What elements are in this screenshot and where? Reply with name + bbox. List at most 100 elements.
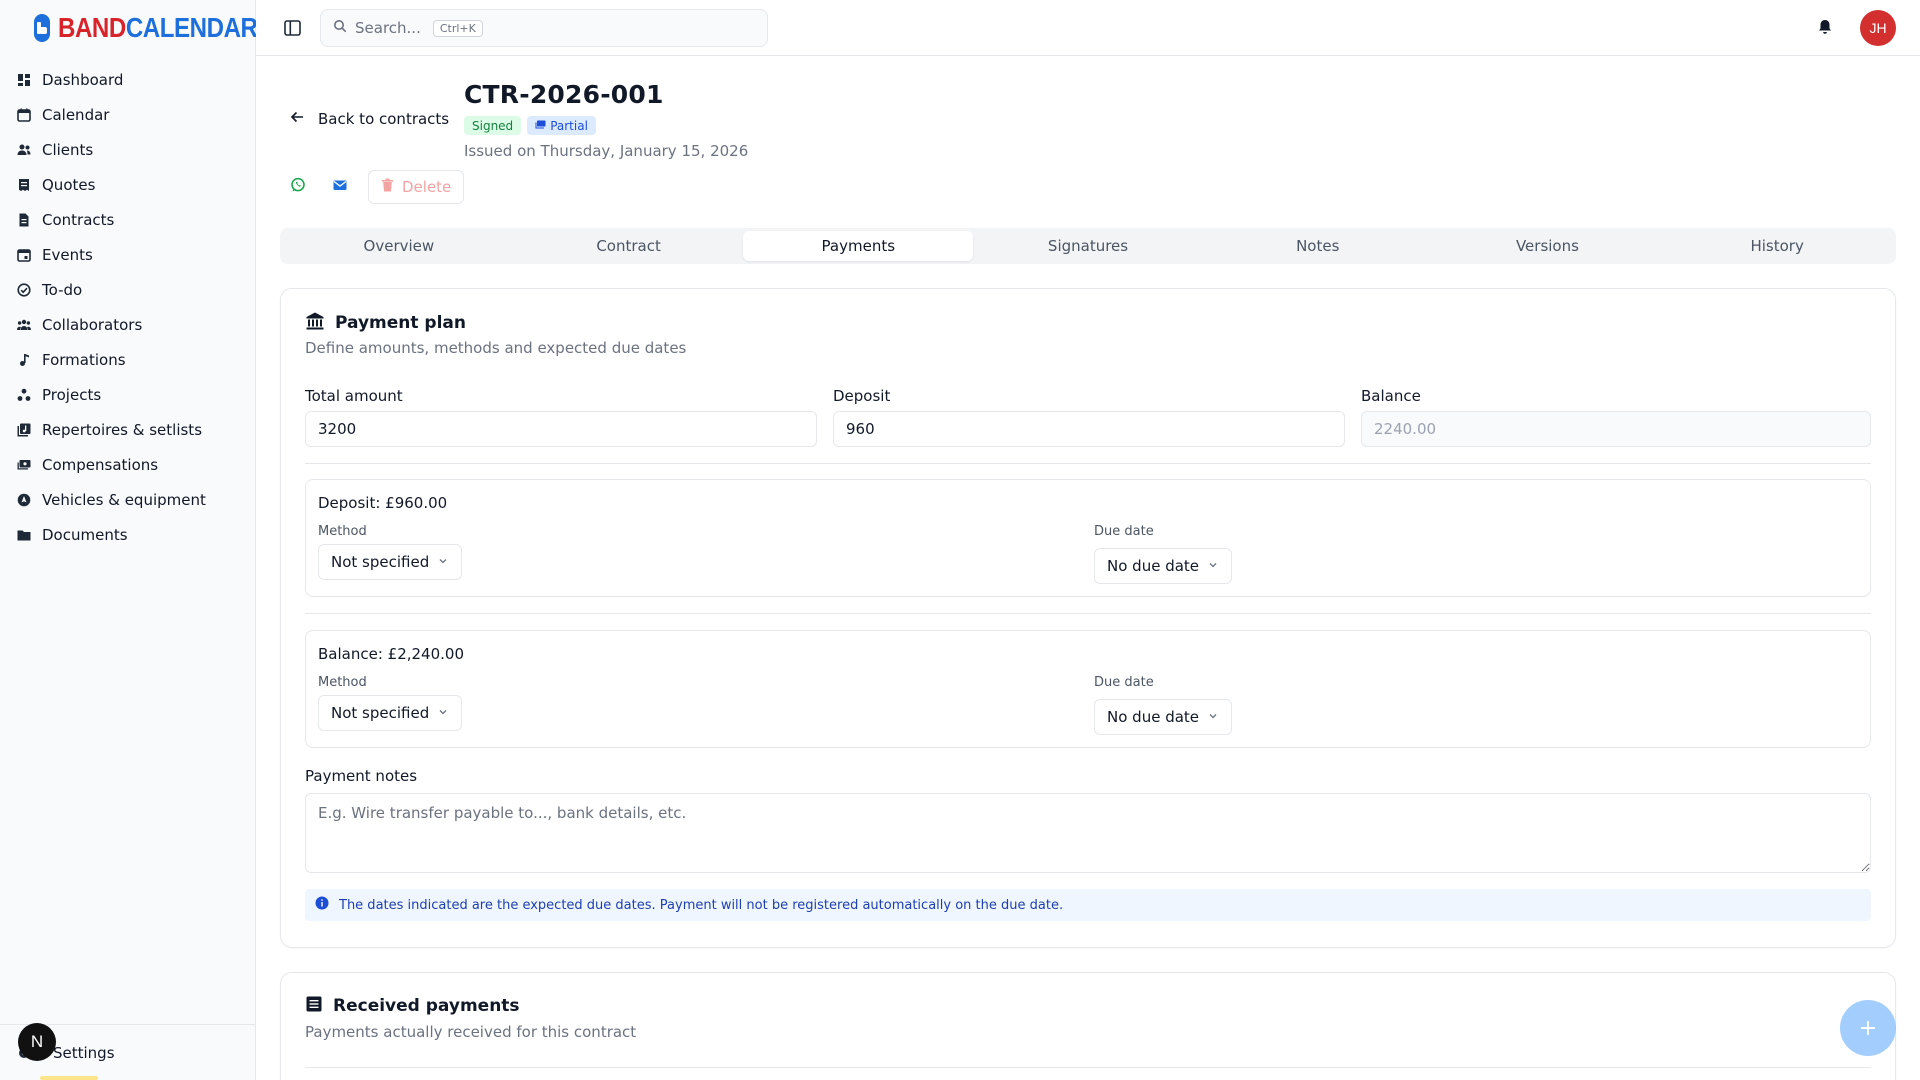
divider (305, 1067, 1871, 1068)
deposit-schedule-title: Deposit: £960.00 (318, 494, 448, 512)
back-to-contracts-link[interactable]: Back to contracts (290, 110, 449, 128)
sidebar-item-label: Quotes (42, 175, 96, 194)
brand-logo-icon (34, 14, 50, 42)
brand-name-part1: BAND (58, 12, 126, 43)
music-note-icon (17, 353, 31, 367)
contract-actions: Delete (284, 170, 465, 204)
brand-name: BANDCALENDAR (58, 12, 258, 44)
deposit-method-select[interactable]: Not specified (318, 544, 463, 580)
sidebar-toggle-icon[interactable] (282, 17, 304, 39)
sidebar-item-contracts[interactable]: Contracts (0, 202, 255, 237)
trash-icon (381, 178, 394, 196)
sidebar-item-events[interactable]: Events (0, 237, 255, 272)
add-payment-button[interactable]: + (1840, 1000, 1896, 1056)
sidebar: BANDCALENDAR Dashboard Calendar Clients … (0, 0, 258, 1080)
due-date-info: The dates indicated are the expected due… (305, 889, 1871, 921)
group-icon (17, 318, 31, 332)
balance-schedule-title: Balance: £2,240.00 (318, 645, 464, 663)
mail-icon (332, 177, 348, 197)
bank-icon (305, 311, 325, 335)
n-badge[interactable]: N (18, 1023, 56, 1061)
payment-notes-textarea[interactable] (305, 793, 1871, 873)
received-payments-card: Received payments Payments actually rece… (280, 972, 1896, 1080)
payment-notes-label: Payment notes (305, 767, 418, 785)
tab-payments[interactable]: Payments (743, 231, 974, 261)
total-amount-label: Total amount (305, 387, 403, 405)
tab-history[interactable]: History (1662, 231, 1892, 261)
tab-overview[interactable]: Overview (284, 231, 514, 261)
total-amount-input[interactable]: 3200 (305, 411, 817, 447)
received-payments-title: Received payments (333, 996, 520, 1016)
balance-due-date-select[interactable]: No due date (1094, 699, 1233, 735)
sidebar-item-label: Dashboard (42, 70, 124, 89)
sidebar-item-clients[interactable]: Clients (0, 132, 255, 167)
whatsapp-icon (290, 177, 306, 197)
payment-plan-card: Payment plan Define amounts, methods and… (280, 288, 1896, 948)
info-icon (315, 896, 329, 914)
partial-badge-label: Partial (550, 118, 588, 133)
page-title: CTR-2026-001 (464, 80, 664, 109)
status-badge-signed: Signed (464, 116, 522, 135)
received-payments-subtitle: Payments actually received for this cont… (305, 1023, 637, 1041)
dashboard-icon (17, 73, 31, 87)
status-badge-partial: Partial (527, 116, 596, 135)
sidebar-item-label: Vehicles & equipment (42, 490, 206, 509)
topbar: Search... Ctrl+K JH (256, 0, 1920, 56)
sidebar-item-label: Repertoires & setlists (42, 420, 203, 439)
delete-button[interactable]: Delete (368, 170, 465, 204)
sidebar-item-label: Clients (42, 140, 94, 159)
tab-contract[interactable]: Contract (514, 231, 744, 261)
sidebar-item-documents[interactable]: Documents (0, 517, 255, 552)
partial-payment-icon (535, 119, 546, 133)
balance-input: 2240.00 (1361, 411, 1871, 447)
projects-icon (17, 388, 31, 402)
balance-method-label: Method (318, 675, 367, 690)
sidebar-item-label: Calendar (42, 105, 110, 124)
chevron-down-icon (437, 553, 449, 571)
sidebar-item-label: Projects (42, 385, 102, 404)
sidebar-item-projects[interactable]: Projects (0, 377, 255, 412)
avatar[interactable]: JH (1860, 10, 1896, 46)
info-text: The dates indicated are the expected due… (339, 897, 1064, 913)
balance-method-select[interactable]: Not specified (318, 695, 463, 731)
sidebar-item-calendar[interactable]: Calendar (0, 97, 255, 132)
sidebar-item-compensations[interactable]: Compensations (0, 447, 255, 482)
payment-plan-subtitle: Define amounts, methods and expected due… (305, 339, 687, 357)
main-content: Back to contracts CTR-2026-001 Signed Pa… (280, 56, 1896, 1080)
whatsapp-button[interactable] (284, 173, 312, 201)
sidebar-item-dashboard[interactable]: Dashboard (0, 62, 255, 97)
balance-due-value: No due date (1107, 708, 1200, 726)
tab-notes[interactable]: Notes (1203, 231, 1433, 261)
deposit-due-date-select[interactable]: No due date (1094, 548, 1233, 584)
sidebar-item-label: Compensations (42, 455, 159, 474)
sidebar-item-label: Formations (42, 350, 126, 369)
search-icon (333, 19, 347, 37)
tab-versions[interactable]: Versions (1433, 231, 1663, 261)
bell-icon[interactable] (1816, 18, 1834, 36)
calendar-icon (17, 108, 31, 122)
received-payments-header: Received payments (305, 995, 520, 1017)
sidebar-item-formations[interactable]: Formations (0, 342, 255, 377)
sidebar-item-label: To-do (42, 280, 83, 299)
sidebar-item-quotes[interactable]: Quotes (0, 167, 255, 202)
list-icon (305, 995, 323, 1017)
sidebar-item-repertoires[interactable]: Repertoires & setlists (0, 412, 255, 447)
sidebar-item-vehicles[interactable]: Vehicles & equipment (0, 482, 255, 517)
brand[interactable]: BANDCALENDAR (0, 0, 258, 56)
vehicle-icon (17, 493, 31, 507)
tab-signatures[interactable]: Signatures (973, 231, 1203, 261)
deposit-schedule: Deposit: £960.00 Method Not specified Du… (305, 479, 1871, 597)
chevron-down-icon (1207, 708, 1219, 726)
users-icon (17, 143, 31, 157)
chevron-down-icon (1207, 557, 1219, 575)
search-input[interactable]: Search... Ctrl+K (320, 9, 768, 47)
money-icon (17, 458, 31, 472)
sidebar-item-collaborators[interactable]: Collaborators (0, 307, 255, 342)
email-button[interactable] (326, 173, 354, 201)
deposit-input[interactable]: 960 (833, 411, 1345, 447)
sidebar-item-todo[interactable]: To-do (0, 272, 255, 307)
balance-due-label: Due date (1094, 675, 1154, 690)
divider (305, 463, 1871, 464)
deposit-due-value: No due date (1107, 557, 1200, 575)
arrow-left-icon (290, 110, 304, 128)
